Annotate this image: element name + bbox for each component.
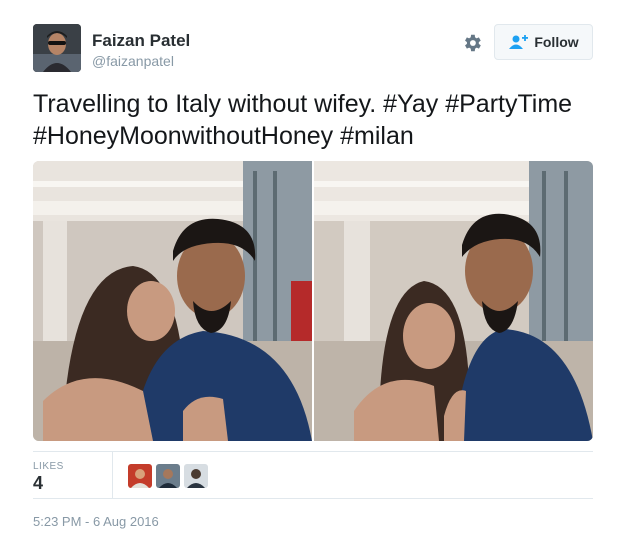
author-name[interactable]: Faizan Patel [92, 31, 190, 51]
author-avatar[interactable] [33, 24, 81, 72]
liker-avatar-2[interactable] [156, 464, 180, 488]
selfie-photo-2[interactable] [314, 161, 593, 441]
tweet-timestamp[interactable]: 5:23 PM - 6 Aug 2016 [33, 514, 159, 529]
author-handle[interactable]: @faizanpatel [92, 53, 174, 69]
tweet-stats: LIKES 4 [33, 451, 593, 499]
likes-stat[interactable]: LIKES 4 [33, 452, 113, 498]
follow-button[interactable]: Follow [494, 24, 593, 60]
follow-label: Follow [534, 34, 579, 50]
selfie-photo-1[interactable] [33, 161, 312, 441]
likes-label: LIKES [33, 461, 64, 472]
liker-avatar-1[interactable] [128, 464, 152, 488]
media-grid [33, 161, 593, 441]
gear-icon[interactable] [461, 32, 483, 54]
tweet-text: Travelling to Italy without wifey. #Yay … [33, 90, 573, 150]
likes-count: 4 [33, 473, 44, 493]
likers-list [128, 464, 208, 488]
liker-avatar-3[interactable] [184, 464, 208, 488]
add-user-icon [509, 35, 529, 49]
